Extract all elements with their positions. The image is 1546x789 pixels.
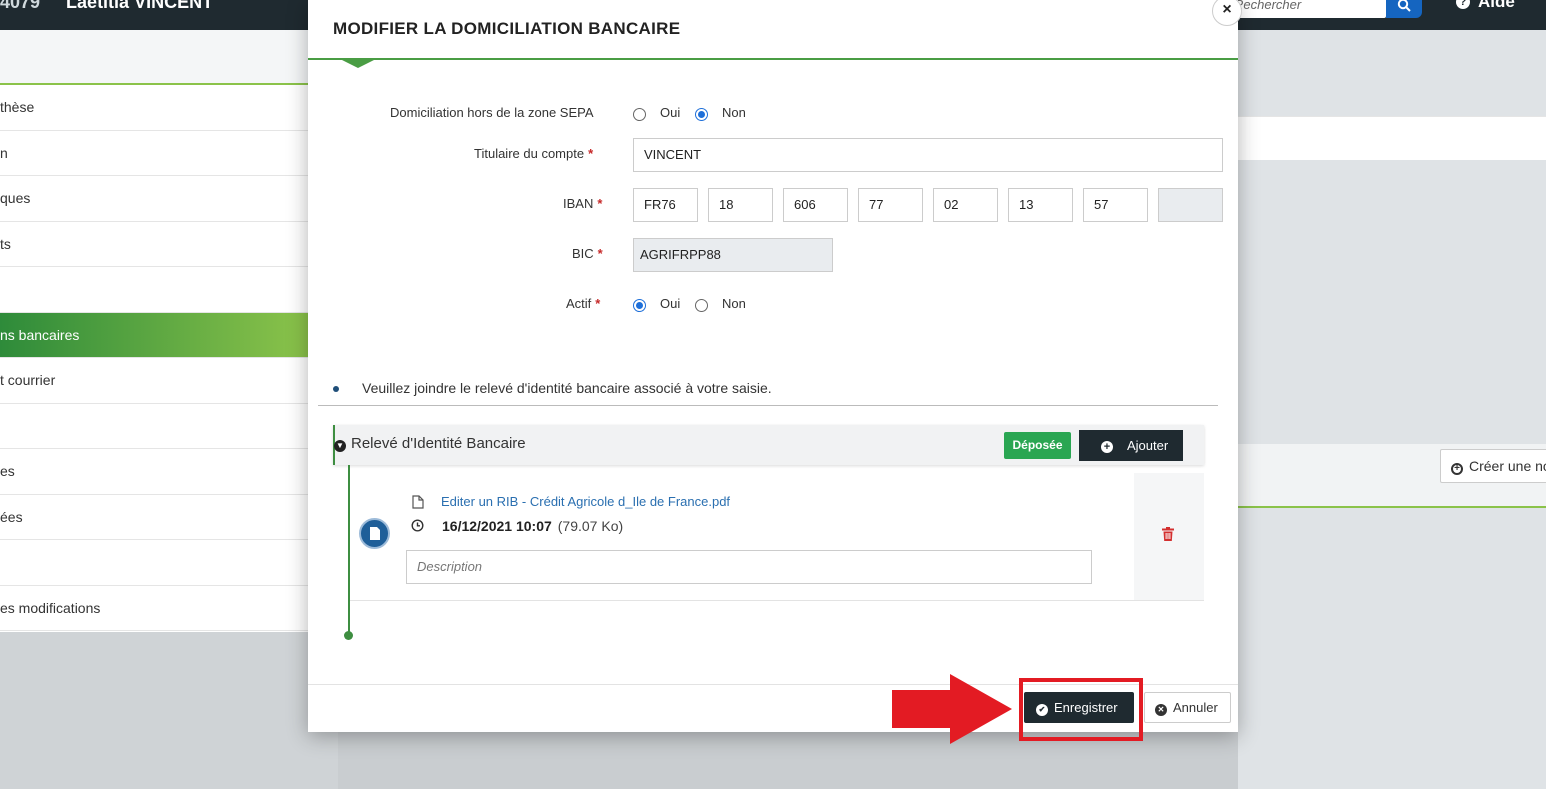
file-meta: 16/12/2021 10:07 (79.07 Ko) <box>442 518 623 534</box>
holder-input[interactable]: VINCENT <box>633 138 1223 172</box>
user-name: Laetitia VINCENT <box>66 0 214 12</box>
chevron-down-icon: ▼ <box>334 440 346 452</box>
sidebar-item[interactable]: t courrier <box>0 358 308 404</box>
header-notch <box>342 60 374 68</box>
iban-part-8[interactable] <box>1158 188 1223 222</box>
background-panel <box>1238 116 1546 160</box>
sidebar-item-bank-accounts[interactable]: ns bancaires <box>0 312 308 358</box>
iban-part-7[interactable]: 57 <box>1083 188 1148 222</box>
bank-account-modal: MODIFIER LA DOMICILIATION BANCAIRE × Dom… <box>308 0 1242 732</box>
rib-section-title[interactable]: ▼ Relevé d'Identité Bancaire <box>334 435 526 452</box>
description-input[interactable]: Description <box>406 550 1092 584</box>
clock-icon <box>411 519 424 532</box>
bullet-icon <box>333 386 339 392</box>
iban-label: IBAN * <box>563 196 602 211</box>
active-radio-oui[interactable] <box>633 299 646 312</box>
divider <box>350 600 1204 601</box>
search-input[interactable]: Rechercher <box>1226 0 1386 18</box>
iban-part-3[interactable]: 606 <box>783 188 848 222</box>
search-icon <box>1397 0 1411 12</box>
sidebar-item[interactable]: es <box>0 449 308 495</box>
sepa-radio-non[interactable] <box>695 108 708 121</box>
sidebar: thèse n ques ts ns bancaires t courrier … <box>0 30 308 632</box>
trash-icon[interactable] <box>1162 527 1174 541</box>
active-label: Actif * <box>566 296 600 311</box>
sidebar-item[interactable]: thèse <box>0 85 308 131</box>
file-date: 16/12/2021 10:07 <box>442 518 552 534</box>
sidebar-header <box>0 30 308 85</box>
required-mark: * <box>595 296 601 311</box>
active-radio-oui-label: Oui <box>660 296 681 311</box>
iban-part-5[interactable]: 02 <box>933 188 998 222</box>
add-button-label: Ajouter <box>1127 438 1169 453</box>
sidebar-item[interactable]: ques <box>0 176 308 222</box>
sidebar-item[interactable] <box>0 267 308 313</box>
highlight-box <box>1019 678 1143 741</box>
sidebar-item[interactable] <box>0 540 308 586</box>
create-new-button[interactable]: + Créer une no <box>1440 449 1546 483</box>
iban-part-6[interactable]: 13 <box>1008 188 1073 222</box>
active-radio-non-label: Non <box>722 296 746 311</box>
sidebar-item[interactable]: ées <box>0 495 308 540</box>
sepa-radio-oui[interactable] <box>633 108 646 121</box>
sepa-label: Domiciliation hors de la zone SEPA <box>390 105 594 120</box>
create-new-label: Créer une no <box>1469 458 1546 474</box>
modal-title: MODIFIER LA DOMICILIATION BANCAIRE <box>333 19 681 38</box>
add-button[interactable]: + Ajouter <box>1079 430 1183 461</box>
file-size: (79.07 Ko) <box>557 518 624 534</box>
modal-header: MODIFIER LA DOMICILIATION BANCAIRE <box>308 0 1238 60</box>
user-code: 4079 <box>0 0 41 12</box>
active-label-text: Actif <box>566 296 592 311</box>
divider <box>318 405 1218 406</box>
holder-label: Titulaire du compte * <box>474 146 593 161</box>
close-circle-icon: ✕ <box>1155 704 1167 716</box>
help-icon: ? <box>1456 0 1470 9</box>
document-icon <box>359 518 390 549</box>
rib-section-label: Relevé d'Identité Bancaire <box>351 435 526 452</box>
help-label: Aide <box>1478 0 1515 11</box>
iban-label-text: IBAN <box>563 196 594 211</box>
iban-part-1[interactable]: FR76 <box>633 188 698 222</box>
holder-label-text: Titulaire du compte <box>474 146 585 161</box>
active-radio-non[interactable] <box>695 299 708 312</box>
file-icon <box>412 495 424 509</box>
help-link[interactable]: ? Aide <box>1456 0 1515 12</box>
iban-part-2[interactable]: 18 <box>708 188 773 222</box>
status-badge: Déposée <box>1004 432 1071 459</box>
timeline-end-dot <box>344 631 353 640</box>
sidebar-item[interactable]: n <box>0 131 308 176</box>
cancel-button-label: Annuler <box>1173 700 1218 715</box>
bic-label: BIC * <box>572 246 603 261</box>
user-identity: 4079 Laetitia VINCENT <box>0 0 213 13</box>
plus-circle-icon: + <box>1101 441 1113 453</box>
sidebar-item[interactable] <box>0 404 308 449</box>
required-mark: * <box>597 196 603 211</box>
info-text: Veuillez joindre le relevé d'identité ba… <box>362 380 772 396</box>
cancel-button[interactable]: ✕ Annuler <box>1144 692 1231 723</box>
bic-input[interactable]: AGRIFRPP88 <box>633 238 833 272</box>
sidebar-item[interactable]: es modifications <box>0 586 308 631</box>
required-mark: * <box>588 146 594 161</box>
sepa-radio-oui-label: Oui <box>660 105 681 120</box>
iban-part-4[interactable]: 77 <box>858 188 923 222</box>
sepa-radio-non-label: Non <box>722 105 746 120</box>
arrow-icon <box>892 674 1012 744</box>
file-link[interactable]: Editer un RIB - Crédit Agricole d_Ile de… <box>441 494 730 509</box>
bic-label-text: BIC <box>572 246 594 261</box>
required-mark: * <box>597 246 603 261</box>
search-button[interactable] <box>1386 0 1422 18</box>
plus-icon: + <box>1451 463 1463 475</box>
sidebar-item[interactable]: ts <box>0 222 308 267</box>
